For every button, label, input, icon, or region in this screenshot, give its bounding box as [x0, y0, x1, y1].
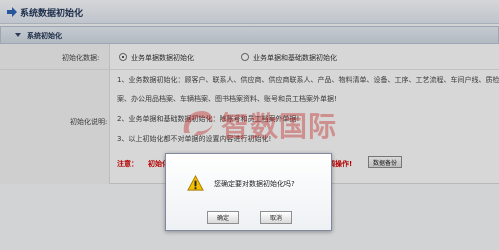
- confirm-cancel-button[interactable]: 取消: [260, 211, 292, 224]
- watermark-text: 智数国际: [221, 110, 338, 143]
- confirm-dialog: 您确定要对数据初始化吗? 确定 取消: [165, 153, 332, 231]
- watermark: 智数国际: [180, 104, 340, 143]
- confirm-ok-button[interactable]: 确定: [207, 211, 239, 224]
- dialog-message: 您确定要对数据初始化吗?: [214, 180, 295, 188]
- watermark-logo-icon: [183, 111, 213, 136]
- warning-icon: [187, 175, 204, 191]
